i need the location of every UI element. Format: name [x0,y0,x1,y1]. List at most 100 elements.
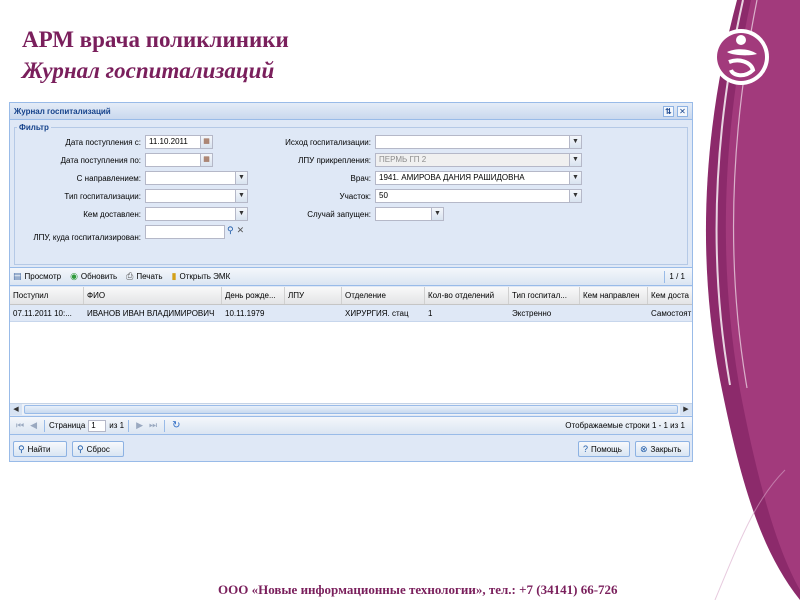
referral-select[interactable]: ▼ [145,171,248,185]
chevron-down-icon[interactable]: ▼ [569,172,581,184]
table-cell: ИВАНОВ ИВАН ВЛАДИМИРОВИЧ [87,309,215,318]
table-cell: 07.11.2011 10:... [13,309,72,318]
column-header[interactable]: Отделение [342,287,425,304]
hosp-type-select[interactable]: ▼ [145,189,248,203]
table-cell: ХИРУРГИЯ. стац [345,309,409,318]
column-header[interactable]: Поступил [10,287,84,304]
refresh-button[interactable]: ◉ Обновить [70,271,117,282]
first-page-icon[interactable]: ⏮ [16,420,24,431]
close-window-icon[interactable]: ✕ [677,105,688,117]
doctor-value: 1941. АМИРОВА ДАНИЯ РАШИДОВНА [379,173,525,182]
reset-icon: ⚲ [77,443,84,454]
doctor-select[interactable]: 1941. АМИРОВА ДАНИЯ РАШИДОВНА ▼ [375,171,582,185]
chevron-down-icon[interactable]: ▼ [569,190,581,202]
column-header[interactable]: Кол-во отделений [425,287,509,304]
filter-row-district: Участок: 50 ▼ [245,189,582,203]
toolbar-separator [664,270,666,283]
filter-row-date-to: Дата поступления по: ▦ [15,153,213,167]
chevron-down-icon[interactable]: ▼ [569,154,581,166]
window-header: Журнал госпитализаций ⇅ ✕ [10,103,692,120]
district-label: Участок: [339,191,371,201]
table-cell: 1 [428,309,433,318]
chevron-down-icon[interactable]: ▼ [569,136,581,148]
column-header[interactable]: Кем направлен [580,287,648,304]
case-started-label: Случай запущен: [307,209,371,219]
reset-button-label: Сброс [86,444,110,454]
clear-icon[interactable]: ✕ [237,225,245,239]
filter-panel: Фильтр Дата поступления с: 11.10.2011 ▦ … [14,123,688,265]
date-from-field[interactable]: 11.10.2011 ▦ [145,135,213,149]
next-page-icon[interactable]: ▶ [136,420,143,431]
help-icon: ? [583,444,589,454]
column-header[interactable]: День рожде... [222,287,285,304]
reset-button[interactable]: ⚲ Сброс [72,441,124,457]
column-header[interactable]: ФИО [84,287,222,304]
pager-separator [164,419,166,432]
table-row[interactable]: 07.11.2011 10:... ИВАНОВ ИВАН ВЛАДИМИРОВ… [10,306,692,322]
hospitalization-journal-window: Журнал госпитализаций ⇅ ✕ Фильтр Дата по… [9,102,693,462]
filter-row-case-started: Случай запущен: ▼ [245,207,444,221]
bottom-button-bar: ⚲ Найти ⚲ Сброс ? Помощь ⊗ Закрыть [10,439,692,459]
column-header[interactable]: Кем доста [648,287,692,304]
hosp-type-label: Тип госпитализации: [64,191,141,201]
target-lpu-label: ЛПУ, куда госпитализирован: [33,233,141,242]
filter-row-target-lpu: ЛПУ, куда госпитализирован: ⚲ ✕ [15,225,244,251]
table-cell [580,306,648,321]
find-button-label: Найти [27,444,51,454]
attached-lpu-select[interactable]: ПЕРМЬ ГП 2 ▼ [375,153,582,167]
toggle-icon[interactable]: ⇅ [663,105,674,117]
prev-page-icon[interactable]: ◀ [30,420,37,431]
footer-contact: ООО «Новые информационные технологии», т… [218,582,618,597]
folder-icon: ▮ [171,271,177,281]
close-button[interactable]: ⊗ Закрыть [635,441,690,457]
company-logo-icon [713,29,769,85]
column-header[interactable]: Тип госпитал... [509,287,580,304]
outcome-select[interactable]: ▼ [375,135,582,149]
search-icon[interactable]: ⚲ [227,225,234,239]
search-icon: ⚲ [18,443,25,454]
outcome-label: Исход госпитализации: [285,137,371,147]
filter-row-hosp-type: Тип госпитализации: ▼ [15,189,248,203]
page-label: Страница [49,421,86,430]
table-cell: 10.11.1979 [225,309,265,318]
horizontal-scrollbar[interactable]: ◀ ▶ [10,403,692,415]
window-title: Журнал госпитализаций [14,106,111,116]
find-button[interactable]: ⚲ Найти [13,441,67,457]
page-number-input[interactable] [88,419,107,432]
page-counter: 1 / 1 [669,272,685,281]
filter-row-attached-lpu: ЛПУ прикрепления: ПЕРМЬ ГП 2 ▼ [245,153,582,167]
calendar-icon[interactable]: ▦ [200,136,212,148]
open-emk-button[interactable]: ▮ Открыть ЭМК [172,271,231,282]
case-started-select[interactable]: ▼ [375,207,444,221]
table-cell: Экстренно [512,309,552,318]
date-from-label: Дата поступления с: [65,137,141,147]
grid-toolbar: ▤ Просмотр ◉ Обновить ⎙ Печать ▮ Открыть… [10,267,692,286]
pager-separator [128,419,130,432]
help-button[interactable]: ? Помощь [578,441,630,457]
scroll-left-icon[interactable]: ◀ [10,404,22,415]
table-cell: Самостоят [651,309,692,318]
district-select[interactable]: 50 ▼ [375,189,582,203]
help-button-label: Помощь [591,444,622,454]
view-button-label: Просмотр [24,272,62,281]
view-button[interactable]: ▤ Просмотр [13,271,61,282]
table-cell [285,306,342,321]
target-lpu-field[interactable] [145,225,225,239]
filter-row-doctor: Врач: 1941. АМИРОВА ДАНИЯ РАШИДОВНА ▼ [245,171,582,185]
attached-lpu-label: ЛПУ прикрепления: [298,155,371,165]
attached-lpu-value: ПЕРМЬ ГП 2 [379,155,427,164]
scrollbar-thumb[interactable] [24,405,678,414]
slide-title-line2: Журнал госпитализаций [22,58,275,83]
calendar-icon[interactable]: ▦ [200,154,212,166]
scroll-right-icon[interactable]: ▶ [680,404,692,415]
last-page-icon[interactable]: ⏭ [149,420,157,431]
referral-label: С направлением: [76,173,141,183]
filter-row-outcome: Исход госпитализации: ▼ [245,135,582,149]
print-button[interactable]: ⎙ Печать [126,271,162,282]
refresh-icon[interactable]: ↻ [172,420,180,431]
column-header[interactable]: ЛПУ [285,287,342,304]
date-to-field[interactable]: ▦ [145,153,213,167]
close-button-label: Закрыть [650,444,682,454]
delivered-by-select[interactable]: ▼ [145,207,248,221]
chevron-down-icon[interactable]: ▼ [431,208,443,220]
